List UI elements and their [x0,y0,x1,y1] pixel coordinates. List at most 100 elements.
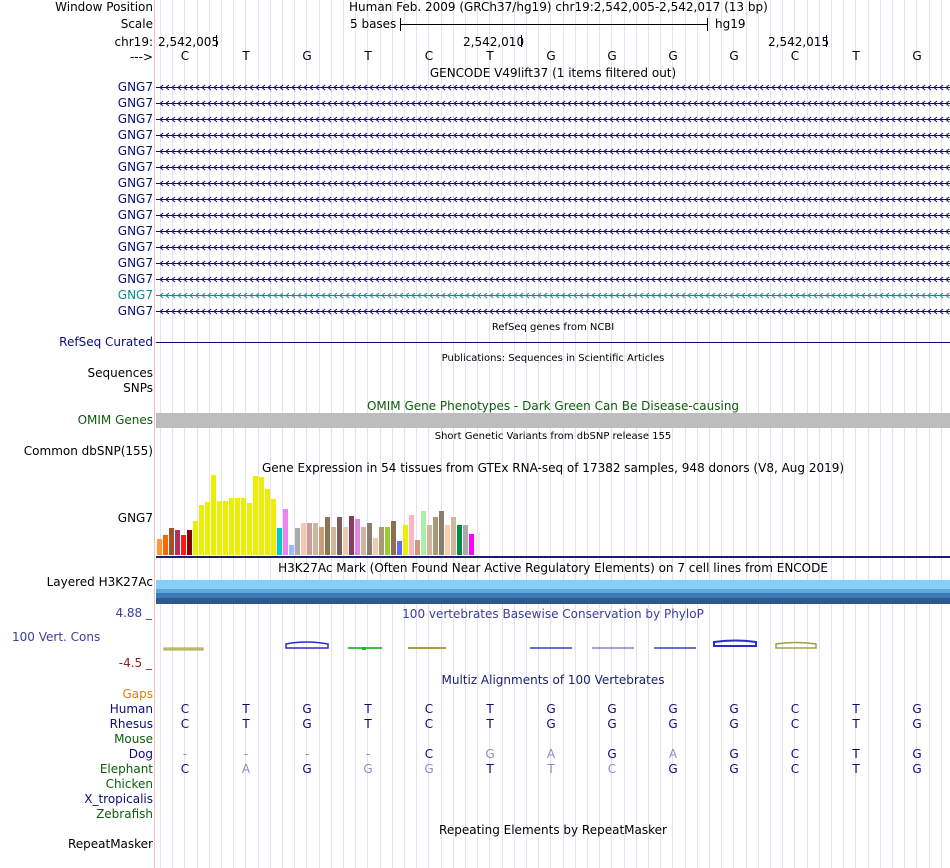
multiz-species-label[interactable]: Mouse [114,732,153,747]
gtex-tissue-bar[interactable] [265,489,270,555]
gtex-tissue-bar[interactable] [193,521,198,555]
gtex-expression-bars[interactable] [156,475,556,555]
gtex-track-title[interactable]: Gene Expression in 54 tissues from GTEx … [156,461,950,475]
gencode-transcript[interactable] [156,160,950,175]
repeatmasker-track-title[interactable]: Repeating Elements by RepeatMasker [156,823,950,837]
gtex-tissue-bar[interactable] [295,528,300,555]
gtex-tissue-bar[interactable] [361,527,366,555]
gtex-tissue-bar[interactable] [289,545,294,555]
publications-snps-label[interactable]: SNPs [123,381,153,396]
gtex-tissue-bar[interactable] [181,535,186,555]
gencode-gene-label[interactable]: GNG7 [118,304,153,319]
gtex-tissue-bar[interactable] [373,538,378,555]
phylop-conservation-plot[interactable] [156,638,950,654]
gencode-gene-label[interactable]: GNG7 [118,128,153,143]
gencode-transcript[interactable] [156,112,950,127]
dbsnp-track-title[interactable]: Short Genetic Variants from dbSNP releas… [156,430,950,444]
gencode-gene-label[interactable]: GNG7 [118,80,153,95]
multiz-species-label[interactable]: Dog [129,747,153,762]
gencode-gene-label[interactable]: GNG7 [118,176,153,191]
gtex-tissue-bar[interactable] [457,525,462,555]
gtex-tissue-bar[interactable] [247,503,252,555]
gtex-tissue-bar[interactable] [379,527,384,555]
gencode-gene-label[interactable]: GNG7 [118,208,153,223]
phylop-label[interactable]: 100 Vert. Cons [12,630,100,645]
gtex-tissue-bar[interactable] [235,498,240,555]
gencode-gene-label[interactable]: GNG7 [118,272,153,287]
gtex-gene-label[interactable]: GNG7 [118,511,153,526]
omim-label[interactable]: OMIM Genes [78,413,153,428]
h3k27ac-label[interactable]: Layered H3K27Ac [47,575,153,590]
gtex-tissue-bar[interactable] [175,530,180,555]
gtex-tissue-bar[interactable] [163,535,168,555]
gencode-transcript[interactable] [156,144,950,159]
gencode-transcript[interactable] [156,80,950,95]
gtex-tissue-bar[interactable] [439,511,444,555]
gencode-transcript[interactable] [156,96,950,111]
gtex-tissue-bar[interactable] [451,517,456,555]
gtex-tissue-bar[interactable] [259,477,264,555]
gtex-tissue-bar[interactable] [229,498,234,555]
gtex-tissue-bar[interactable] [157,539,162,555]
multiz-species-label[interactable]: X_tropicalis [84,792,153,807]
gtex-tissue-bar[interactable] [463,525,468,555]
gtex-tissue-bar[interactable] [415,540,420,555]
multiz-species-label[interactable]: Human [110,702,153,717]
gencode-transcript[interactable] [156,304,950,319]
gtex-tissue-bar[interactable] [433,517,438,555]
gencode-gene-label[interactable]: GNG7 [118,112,153,127]
omim-phenotype-bar[interactable] [156,413,950,428]
gtex-tissue-bar[interactable] [187,530,192,555]
gencode-transcript[interactable] [156,128,950,143]
publications-track-title[interactable]: Publications: Sequences in Scientific Ar… [156,352,950,366]
gtex-tissue-bar[interactable] [301,523,306,555]
gtex-tissue-bar[interactable] [445,525,450,555]
gtex-tissue-bar[interactable] [403,525,408,555]
gencode-transcript[interactable] [156,256,950,271]
dbsnp-label[interactable]: Common dbSNP(155) [24,444,153,459]
gtex-tissue-bar[interactable] [385,527,390,555]
gencode-transcript[interactable] [156,176,950,191]
multiz-species-label[interactable]: Zebrafish [96,807,153,822]
gencode-transcript[interactable] [156,224,950,239]
refseq-gene-line[interactable] [156,342,950,343]
gencode-gene-label[interactable]: GNG7 [118,224,153,239]
gtex-tissue-bar[interactable] [319,527,324,555]
gtex-tissue-bar[interactable] [469,534,474,555]
gtex-tissue-bar[interactable] [313,523,318,555]
gencode-track-title[interactable]: GENCODE V49lift37 (1 items filtered out) [156,66,950,80]
gencode-transcript[interactable] [156,272,950,287]
gtex-tissue-bar[interactable] [205,502,210,555]
gtex-tissue-bar[interactable] [283,509,288,555]
gtex-tissue-bar[interactable] [427,525,432,555]
multiz-species-label[interactable]: Rhesus [110,717,153,732]
gtex-tissue-bar[interactable] [271,499,276,555]
gencode-transcript[interactable] [156,192,950,207]
gencode-gene-label[interactable]: GNG7 [118,288,153,303]
gtex-tissue-bar[interactable] [253,476,258,555]
h3k27ac-signal[interactable] [156,580,950,604]
multiz-track-title[interactable]: Multiz Alignments of 100 Vertebrates [156,673,950,687]
gtex-tissue-bar[interactable] [343,527,348,555]
gtex-tissue-bar[interactable] [331,527,336,555]
gtex-tissue-bar[interactable] [169,528,174,555]
multiz-species-label[interactable]: Chicken [106,777,153,792]
gtex-tissue-bar[interactable] [211,475,216,555]
gencode-gene-label[interactable]: GNG7 [118,160,153,175]
gtex-tissue-bar[interactable] [337,517,342,555]
gtex-tissue-bar[interactable] [391,521,396,555]
gencode-transcript[interactable] [156,288,950,303]
phylop-track-title[interactable]: 100 vertebrates Basewise Conservation by… [156,607,950,621]
gtex-tissue-bar[interactable] [217,501,222,555]
gencode-gene-label[interactable]: GNG7 [118,256,153,271]
gencode-gene-label[interactable]: GNG7 [118,192,153,207]
h3k27ac-track-title[interactable]: H3K27Ac Mark (Often Found Near Active Re… [156,561,950,575]
gtex-tissue-bar[interactable] [475,533,480,555]
omim-track-title[interactable]: OMIM Gene Phenotypes - Dark Green Can Be… [156,399,950,413]
gencode-transcript[interactable] [156,240,950,255]
gtex-tissue-bar[interactable] [199,505,204,555]
gtex-tissue-bar[interactable] [349,516,354,555]
gtex-tissue-bar[interactable] [307,523,312,555]
publications-sequences-label[interactable]: Sequences [88,366,153,381]
gtex-tissue-bar[interactable] [223,501,228,555]
